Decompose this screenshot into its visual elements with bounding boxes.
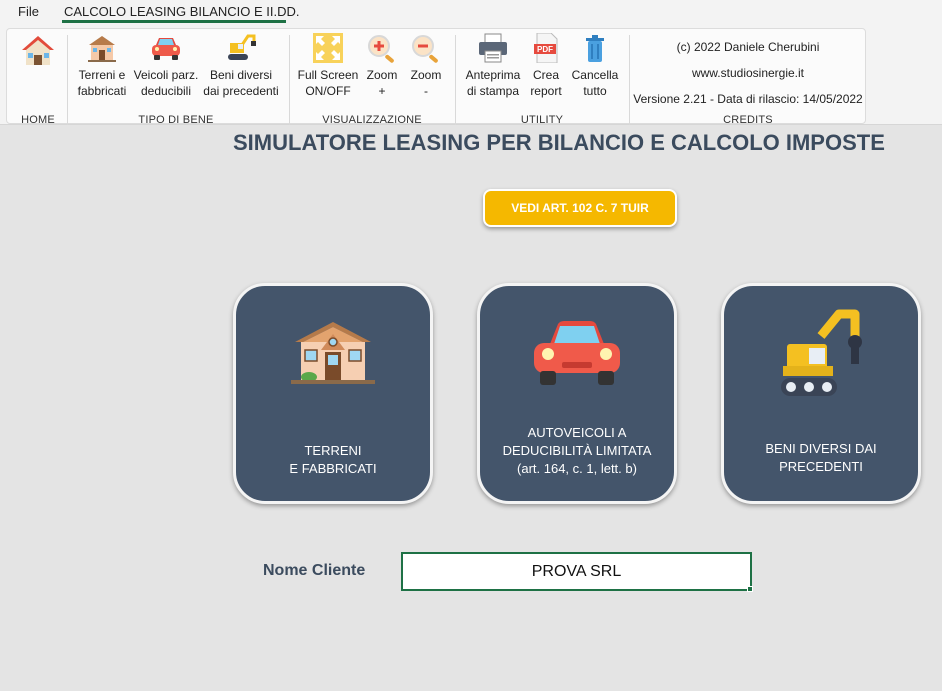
cancella-label-2: tutto (583, 84, 607, 98)
beni-diversi-label-2: dai precedenti (203, 84, 279, 98)
car-icon (131, 33, 201, 63)
home-button[interactable] (15, 33, 61, 73)
client-name-label: Nome Cliente (263, 562, 366, 579)
home-icon (15, 33, 61, 69)
trash-icon (569, 33, 621, 63)
menu-bar: File CALCOLO LEASING BILANCIO E II.DD. (0, 0, 942, 24)
ribbon: HOME Terreni e fabbricati Veicoli parz. … (0, 24, 942, 126)
tab-calcolo-leasing[interactable]: CALCOLO LEASING BILANCIO E II.DD. (64, 4, 300, 19)
card-autoveicoli[interactable]: AUTOVEICOLI A DEDUCIBILITÀ LIMITATA (art… (477, 283, 677, 504)
zoom-out-label-1: Zoom (410, 68, 442, 82)
crea-report-label-1: Crea (532, 68, 559, 82)
excavator-icon (771, 306, 871, 411)
zoom-in-label-1: Zoom (366, 68, 398, 82)
house-icon (73, 33, 131, 63)
anteprima-label-2: di stampa (466, 84, 520, 98)
terreni-fabbricati-button[interactable]: Terreni e fabbricati (73, 33, 131, 99)
card-autoveicoli-line-3: (art. 164, c. 1, lett. b) (517, 461, 637, 476)
house-icon (287, 320, 379, 391)
card-beni-diversi[interactable]: BENI DIVERSI DAI PRECEDENTI (721, 283, 921, 504)
credits-author: (c) 2022 Daniele Cherubini (676, 40, 820, 54)
pdf-icon-text: PDF (537, 45, 553, 54)
terreni-fabbricati-label-1: Terreni e (78, 68, 126, 82)
fullscreen-icon (297, 33, 359, 63)
card-autoveicoli-text: AUTOVEICOLI A DEDUCIBILITÀ LIMITATA (art… (488, 424, 666, 478)
car-icon (530, 318, 624, 393)
zoom-in-button[interactable]: Zoom + (361, 33, 403, 99)
veicoli-label-2: deducibili (140, 84, 192, 98)
group-label-utility: UTILITY (520, 114, 564, 126)
beni-diversi-label-1: Beni diversi (209, 68, 273, 82)
credits-website: www.studiosinergie.it (691, 66, 805, 80)
zoom-in-icon (361, 33, 403, 63)
zoom-out-button[interactable]: Zoom - (405, 33, 447, 99)
printer-icon (463, 33, 523, 63)
ribbon-panel: HOME Terreni e fabbricati Veicoli parz. … (6, 28, 866, 126)
card-beni-diversi-text: BENI DIVERSI DAI PRECEDENTI (732, 440, 910, 476)
ribbon-separator (67, 35, 68, 125)
pdf-icon: PDF (527, 33, 565, 63)
crea-report-label-2: report (530, 84, 562, 98)
full-screen-label-2: ON/OFF (305, 84, 351, 98)
ribbon-separator (455, 35, 456, 125)
zoom-out-icon (405, 33, 447, 63)
page-title: SIMULATORE LEASING PER BILANCIO E CALCOL… (233, 130, 885, 155)
card-terreni-fabbricati[interactable]: TERRENI E FABBRICATI (233, 283, 433, 504)
full-screen-label-1: Full Screen (297, 68, 359, 82)
terreni-fabbricati-label-2: fabbricati (77, 84, 127, 98)
zoom-out-label-2: - (424, 84, 428, 98)
full-screen-button[interactable]: Full Screen ON/OFF (297, 33, 359, 99)
excavator-icon (203, 33, 279, 63)
menu-file[interactable]: File (18, 4, 39, 19)
veicoli-button[interactable]: Veicoli parz. deducibili (131, 33, 201, 99)
active-tab-indicator (62, 20, 286, 23)
card-beni-diversi-line-2: PRECEDENTI (779, 459, 863, 474)
card-terreni-line-1: TERRENI (304, 443, 362, 458)
beni-diversi-button[interactable]: Beni diversi dai precedenti (203, 33, 279, 99)
client-name-input[interactable] (401, 552, 752, 591)
anteprima-stampa-button[interactable]: Anteprima di stampa (463, 33, 523, 99)
group-label-visualizzazione: VISUALIZZAZIONE (322, 114, 422, 126)
cancella-tutto-button[interactable]: Cancella tutto (569, 33, 621, 99)
zoom-in-label-2: + (378, 84, 386, 98)
veicoli-label-1: Veicoli parz. (133, 68, 199, 82)
group-label-home: HOME (21, 114, 55, 126)
credits-version: Versione 2.21 - Data di rilascio: 14/05/… (633, 92, 863, 106)
card-terreni-line-2: E FABBRICATI (289, 461, 377, 476)
card-autoveicoli-line-2: DEDUCIBILITÀ LIMITATA (502, 443, 652, 458)
card-beni-diversi-line-1: BENI DIVERSI DAI (765, 441, 877, 456)
cell-fill-handle[interactable] (747, 586, 753, 592)
card-terreni-text: TERRENI E FABBRICATI (244, 442, 422, 478)
vedi-art-button[interactable]: VEDI ART. 102 C. 7 TUIR (483, 189, 677, 227)
cancella-label-1: Cancella (571, 68, 619, 82)
card-autoveicoli-line-1: AUTOVEICOLI A (527, 425, 627, 440)
group-label-credits: CREDITS (723, 114, 773, 126)
anteprima-label-1: Anteprima (465, 68, 521, 82)
ribbon-separator (289, 35, 290, 125)
ribbon-separator (629, 35, 630, 125)
group-label-tipo-bene: TIPO DI BENE (138, 114, 214, 126)
crea-report-button[interactable]: PDF Crea report (527, 33, 565, 99)
